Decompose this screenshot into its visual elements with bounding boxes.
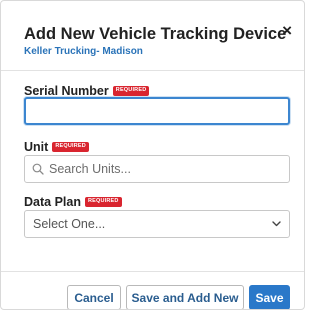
chevron-down-icon [272,221,281,227]
dialog-footer: Cancel Save and Add New Save [1,271,304,309]
cancel-button[interactable]: Cancel [67,285,121,309]
required-badge: REQUIRED [52,142,89,152]
serial-number-label: Serial Number REQUIRED [24,84,150,98]
serial-number-label-text: Serial Number [24,84,109,98]
data-plan-label: Data Plan REQUIRED [24,195,122,209]
unit-search-placeholder: Search Units... [49,162,131,176]
save-and-add-new-button[interactable]: Save and Add New [126,285,244,309]
add-device-dialog: Add New Vehicle Tracking Device Keller T… [0,0,305,310]
unit-search-input[interactable]: Search Units... [24,155,290,183]
required-badge: REQUIRED [84,197,122,207]
dialog-subtitle: Keller Trucking- Madison [24,46,143,57]
unit-label-text: Unit [24,140,49,154]
dialog-header: Add New Vehicle Tracking Device Keller T… [1,1,304,71]
dialog-title: Add New Vehicle Tracking Device [24,25,287,43]
data-plan-selected-value: Select One... [33,217,106,231]
serial-number-input[interactable] [24,97,290,125]
close-icon[interactable]: × [282,22,292,39]
unit-label: Unit REQUIRED [24,140,89,154]
data-plan-select[interactable]: Select One... [24,210,290,238]
save-button[interactable]: Save [249,285,290,309]
data-plan-label-text: Data Plan [24,195,81,209]
search-icon [32,163,44,175]
required-badge: REQUIRED [112,86,150,96]
